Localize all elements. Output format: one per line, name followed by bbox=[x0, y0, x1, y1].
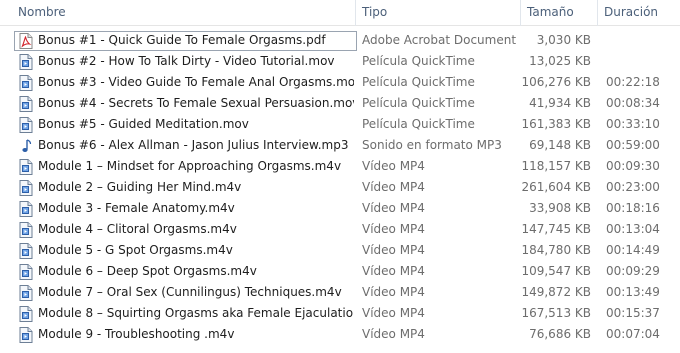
video-file-icon bbox=[19, 201, 33, 217]
file-size: 147,745 KB bbox=[521, 222, 591, 236]
video-file-icon bbox=[19, 180, 33, 196]
file-name: Module 1 – Mindset for Approaching Orgas… bbox=[38, 159, 342, 173]
file-name: Module 7 – Oral Sex (Cunnilingus) Techni… bbox=[38, 285, 342, 299]
file-size: 76,686 KB bbox=[529, 327, 591, 341]
file-size: 13,025 KB bbox=[529, 54, 591, 68]
column-header-duration[interactable]: Duración bbox=[598, 0, 680, 26]
video-file-icon bbox=[19, 327, 33, 343]
pdf-icon bbox=[19, 33, 33, 49]
video-file-icon bbox=[19, 159, 33, 175]
file-type: Vídeo MP4 bbox=[362, 243, 425, 257]
file-name: Module 8 – Squirting Orgasms aka Female … bbox=[38, 306, 354, 320]
file-row[interactable]: Module 7 – Oral Sex (Cunnilingus) Techni… bbox=[0, 282, 680, 303]
file-duration: 00:18:16 bbox=[606, 201, 660, 215]
file-duration: 00:07:04 bbox=[606, 327, 660, 341]
file-duration: 00:22:18 bbox=[606, 75, 660, 89]
file-type: Vídeo MP4 bbox=[362, 159, 425, 173]
video-file-icon bbox=[19, 243, 33, 259]
sort-up-icon: ˄ bbox=[179, 0, 183, 5]
file-size: 167,513 KB bbox=[521, 306, 591, 320]
file-type: Vídeo MP4 bbox=[362, 264, 425, 278]
file-duration: 00:59:00 bbox=[606, 138, 660, 152]
file-size: 33,908 KB bbox=[529, 201, 591, 215]
file-duration: 00:14:49 bbox=[606, 243, 660, 257]
video-file-icon bbox=[19, 285, 33, 301]
file-row[interactable]: Module 5 - G Spot Orgasms.m4v Vídeo MP4 18… bbox=[0, 240, 680, 261]
file-type: Película QuickTime bbox=[362, 96, 475, 110]
file-duration: 00:09:30 bbox=[606, 159, 660, 173]
column-header-bar: Nombre ˄ Tipo Tamaño Duración bbox=[0, 0, 680, 26]
file-type: Sonido en formato MP3 bbox=[362, 138, 502, 152]
column-header-size[interactable]: Tamaño bbox=[521, 0, 597, 26]
file-name: Bonus #6 - Alex Allman - Jason Julius In… bbox=[38, 138, 349, 152]
file-name: Module 6 – Deep Spot Orgasms.m4v bbox=[38, 264, 257, 278]
file-duration: 00:09:29 bbox=[606, 264, 660, 278]
file-name: Module 4 – Clitoral Orgasms.m4v bbox=[38, 222, 237, 236]
file-row[interactable]: Bonus #1 - Quick Guide To Female Orgasms… bbox=[0, 30, 680, 51]
file-size: 149,872 KB bbox=[521, 285, 591, 299]
video-file-icon bbox=[19, 54, 33, 70]
file-type: Vídeo MP4 bbox=[362, 327, 425, 341]
file-duration: 00:33:10 bbox=[606, 117, 660, 131]
file-type: Película QuickTime bbox=[362, 117, 475, 131]
file-row[interactable]: Module 6 – Deep Spot Orgasms.m4v Vídeo MP… bbox=[0, 261, 680, 282]
file-name: Bonus #5 - Guided Meditation.mov bbox=[38, 117, 249, 131]
file-size: 118,157 KB bbox=[521, 159, 591, 173]
file-row[interactable]: Module 4 – Clitoral Orgasms.m4v Vídeo MP4… bbox=[0, 219, 680, 240]
file-row[interactable]: Bonus #3 - Video Guide To Female Anal Or… bbox=[0, 72, 680, 93]
file-size: 41,934 KB bbox=[529, 96, 591, 110]
file-size: 3,030 KB bbox=[536, 33, 591, 47]
video-file-icon bbox=[19, 222, 33, 238]
file-row[interactable]: Module 3 - Female Anatomy.m4v Vídeo MP4 33… bbox=[0, 198, 680, 219]
file-type: Película QuickTime bbox=[362, 54, 475, 68]
file-row[interactable]: Bonus #5 - Guided Meditation.mov Película… bbox=[0, 114, 680, 135]
file-name: Module 3 - Female Anatomy.m4v bbox=[38, 201, 235, 215]
file-name: Module 5 - G Spot Orgasms.m4v bbox=[38, 243, 233, 257]
file-row[interactable]: Module 2 – Guiding Her Mind.m4v Vídeo MP4… bbox=[0, 177, 680, 198]
audio-file-icon bbox=[19, 138, 33, 154]
file-row[interactable]: Module 1 – Mindset for Approaching Orgas… bbox=[0, 156, 680, 177]
file-row[interactable]: Bonus #4 - Secrets To Female Sexual Pers… bbox=[0, 93, 680, 114]
file-duration: 00:15:37 bbox=[606, 306, 660, 320]
file-name: Bonus #2 - How To Talk Dirty - Video Tut… bbox=[38, 54, 335, 68]
file-size: 106,276 KB bbox=[521, 75, 591, 89]
file-size: 69,148 KB bbox=[529, 138, 591, 152]
file-size: 161,383 KB bbox=[521, 117, 591, 131]
file-type: Vídeo MP4 bbox=[362, 285, 425, 299]
file-type: Adobe Acrobat Document bbox=[362, 33, 517, 47]
file-size: 261,604 KB bbox=[521, 180, 591, 194]
file-row[interactable]: Module 9 - Troubleshooting .m4v Vídeo MP4… bbox=[0, 324, 680, 345]
file-type: Vídeo MP4 bbox=[362, 306, 425, 320]
file-name: Module 9 - Troubleshooting .m4v bbox=[38, 327, 235, 341]
file-duration: 00:13:04 bbox=[606, 222, 660, 236]
file-name: Module 2 – Guiding Her Mind.m4v bbox=[38, 180, 242, 194]
file-row[interactable]: Bonus #6 - Alex Allman - Jason Julius In… bbox=[0, 135, 680, 156]
file-type: Vídeo MP4 bbox=[362, 180, 425, 194]
video-file-icon bbox=[19, 75, 33, 91]
file-list: Bonus #1 - Quick Guide To Female Orgasms… bbox=[0, 30, 680, 345]
file-size: 184,780 KB bbox=[521, 243, 591, 257]
file-duration: 00:08:34 bbox=[606, 96, 660, 110]
video-file-icon bbox=[19, 117, 33, 133]
video-file-icon bbox=[19, 306, 33, 322]
column-header-type[interactable]: Tipo bbox=[356, 0, 520, 26]
file-duration: 00:23:00 bbox=[606, 180, 660, 194]
file-duration: 00:13:49 bbox=[606, 285, 660, 299]
file-size: 109,547 KB bbox=[521, 264, 591, 278]
file-row[interactable]: Module 8 – Squirting Orgasms aka Female … bbox=[0, 303, 680, 324]
video-file-icon bbox=[19, 96, 33, 112]
video-file-icon bbox=[19, 264, 33, 280]
file-name: Bonus #4 - Secrets To Female Sexual Pers… bbox=[38, 96, 354, 110]
file-type: Vídeo MP4 bbox=[362, 201, 425, 215]
file-name: Bonus #3 - Video Guide To Female Anal Or… bbox=[38, 75, 354, 89]
file-type: Vídeo MP4 bbox=[362, 222, 425, 236]
file-row[interactable]: Bonus #2 - How To Talk Dirty - Video Tut… bbox=[0, 51, 680, 72]
file-type: Película QuickTime bbox=[362, 75, 475, 89]
file-name: Bonus #1 - Quick Guide To Female Orgasms… bbox=[38, 33, 326, 47]
